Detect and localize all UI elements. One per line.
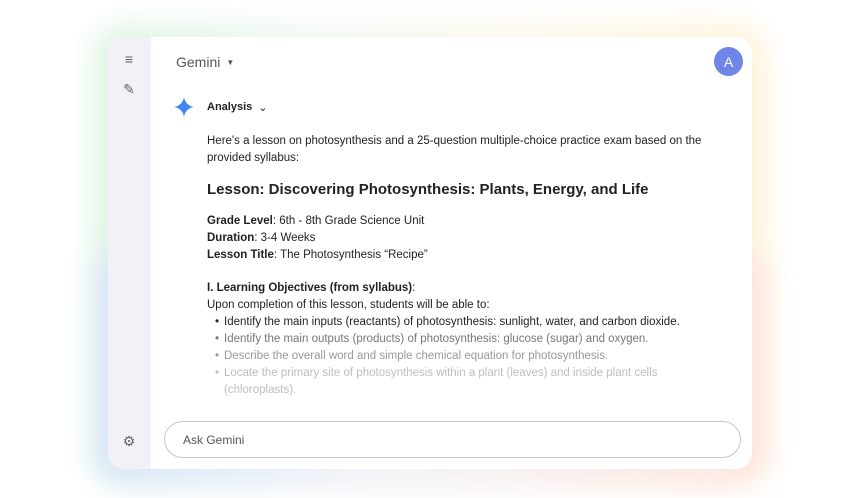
- settings-icon[interactable]: ⚙: [121, 433, 137, 450]
- list-item: Locate the primary site of photosynthesi…: [215, 365, 727, 399]
- meta-grade: Grade Level: 6th - 8th Grade Science Uni…: [207, 215, 425, 227]
- meta-lesson-title: Lesson Title: The Photosynthesis “Recipe…: [207, 249, 428, 261]
- analysis-toggle[interactable]: Analysis ⌄: [207, 101, 267, 114]
- analysis-label: Analysis: [207, 101, 253, 113]
- gemini-spark-icon: [174, 97, 194, 117]
- list-item: Describe the overall word and simple che…: [215, 348, 727, 365]
- caret-down-icon: ▼: [226, 57, 235, 67]
- sidebar: ≡ ✎ ⚙: [108, 37, 151, 469]
- avatar[interactable]: A: [714, 47, 743, 76]
- prompt-placeholder: Ask Gemini: [183, 432, 245, 447]
- new-chat-icon[interactable]: ✎: [121, 81, 137, 98]
- chevron-down-icon: ⌄: [258, 102, 268, 114]
- list-item: Identify the main outputs (products) of …: [215, 331, 727, 348]
- app-window: ≡ ✎ ⚙ Gemini ▼ A Analysis ⌄ Here's a lesso…: [108, 37, 752, 469]
- intro-text: Here's a lesson on photosynthesis and a …: [207, 135, 702, 164]
- section-intro: Upon completion of this lesson, students…: [207, 299, 490, 311]
- section-heading: I. Learning Objectives (from syllabus):: [207, 282, 416, 294]
- meta-duration: Duration: 3-4 Weeks: [207, 232, 316, 244]
- model-name: Gemini: [176, 54, 221, 70]
- prompt-input[interactable]: Ask Gemini: [164, 421, 741, 458]
- objectives-list: Identify the main inputs (reactants) of …: [207, 314, 727, 399]
- response-content: Here's a lesson on photosynthesis and a …: [207, 133, 727, 399]
- model-selector[interactable]: Gemini ▼: [176, 54, 234, 70]
- menu-icon[interactable]: ≡: [121, 51, 137, 67]
- lesson-title: Lesson: Discovering Photosynthesis: Plan…: [207, 181, 649, 198]
- list-item: Identify the main inputs (reactants) of …: [215, 314, 727, 331]
